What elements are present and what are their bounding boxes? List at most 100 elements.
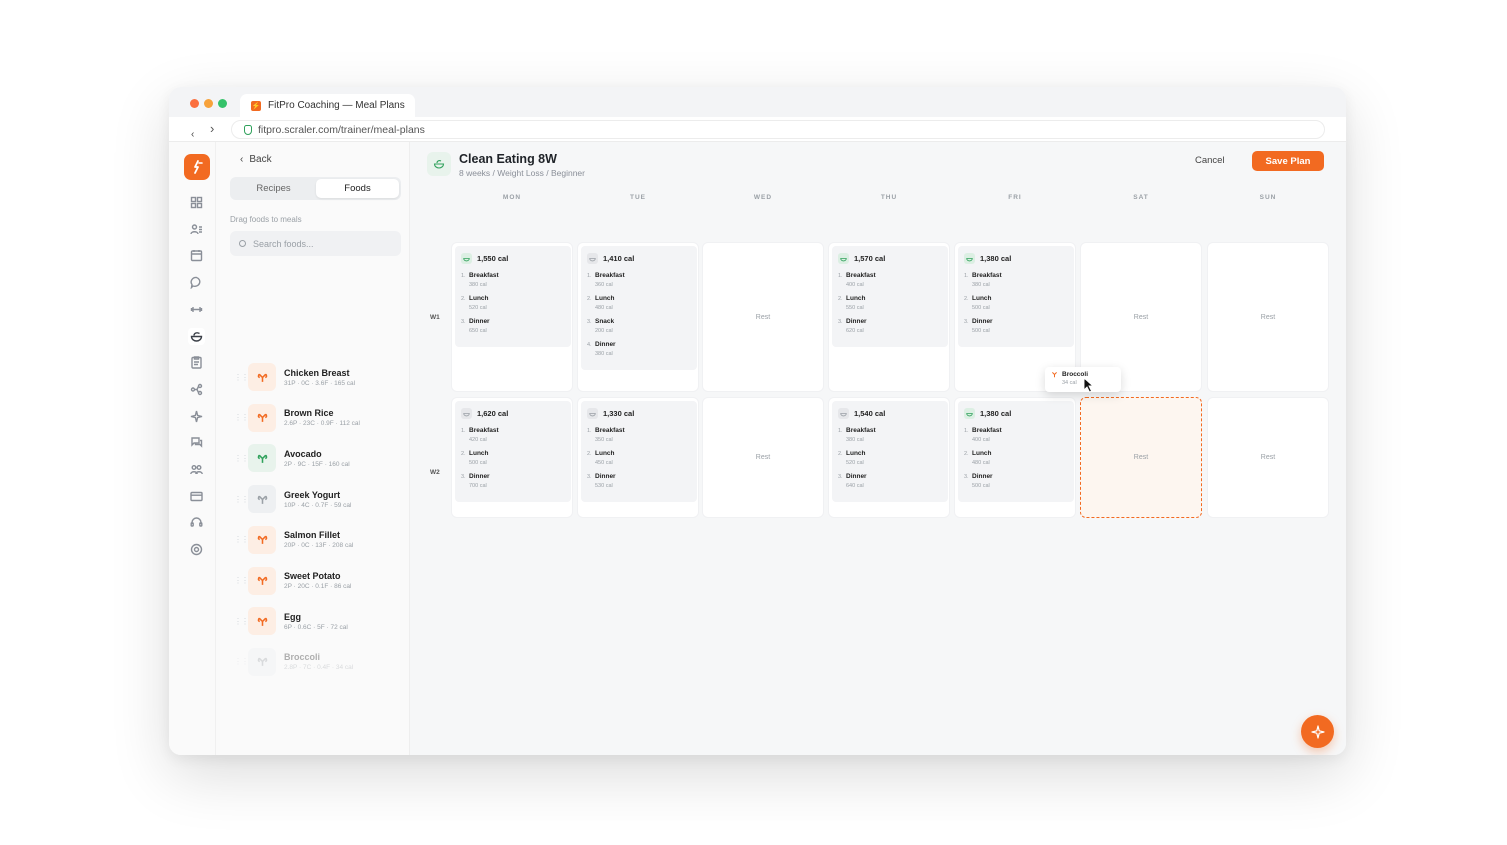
meal-row[interactable]: 3. Dinner 650 cal [461, 318, 565, 334]
day-meal-card[interactable]: 1,380 cal 1. Breakfast 400 cal 2. Lunch 480 ca… [958, 401, 1074, 502]
close-window-button[interactable] [190, 99, 199, 108]
cancel-button[interactable]: Cancel [1195, 155, 1225, 166]
forward-arrow-icon[interactable]: › [210, 121, 214, 136]
meal-row[interactable]: 2. Lunch 550 cal [838, 295, 942, 311]
team-icon[interactable] [188, 461, 205, 478]
day-meal-card[interactable]: 1,570 cal 1. Breakfast 400 cal 2. Lunch 550 ca… [832, 246, 948, 347]
ai-icon[interactable] [188, 408, 205, 425]
meal-row[interactable]: 2. Lunch 480 cal [964, 450, 1068, 466]
meal-row[interactable]: 3. Dinner 500 cal [964, 318, 1068, 334]
meal-row[interactable]: 3. Dinner 700 cal [461, 473, 565, 489]
day-meal-card[interactable]: 1,410 cal 1. Breakfast 360 cal 2. Lunch 480 ca… [581, 246, 697, 370]
ai-assistant-button[interactable] [1301, 715, 1334, 748]
food-macros: 2P · 20C · 0.1F · 86 cal [284, 583, 352, 590]
app-logo-icon[interactable] [184, 154, 210, 180]
chat-icon[interactable] [188, 274, 205, 291]
meal-name: Lunch [972, 450, 992, 457]
drag-handle-icon[interactable]: ⋮⋮ [234, 576, 249, 585]
dashboard-icon[interactable] [188, 194, 205, 211]
meal-row[interactable]: 3. Dinner 500 cal [964, 473, 1068, 489]
meal-row[interactable]: 1. Breakfast 350 cal [587, 427, 691, 443]
browser-tab[interactable]: ⚡ FitPro Coaching — Meal Plans [240, 94, 415, 117]
meal-row[interactable]: 2. Lunch 520 cal [461, 295, 565, 311]
day-cell[interactable]: 1,570 cal 1. Breakfast 400 cal 2. Lunch 550 ca… [828, 242, 950, 392]
tab-recipes[interactable]: Recipes [232, 179, 315, 198]
meal-index: 1. [587, 428, 592, 434]
meal-row[interactable]: 3. Snack 200 cal [587, 318, 691, 334]
drag-handle-icon[interactable]: ⋮⋮ [234, 373, 249, 382]
meal-row[interactable]: 1. Breakfast 360 cal [587, 272, 691, 288]
day-cell[interactable]: 1,410 cal 1. Breakfast 360 cal 2. Lunch 480 ca… [577, 242, 699, 392]
drag-handle-icon[interactable]: ⋮⋮ [234, 535, 249, 544]
drag-handle-icon[interactable]: ⋮⋮ [234, 657, 249, 666]
day-cell[interactable]: 1,380 cal 1. Breakfast 400 cal 2. Lunch 480 ca… [954, 397, 1076, 518]
back-button[interactable]: ‹ Back [240, 154, 272, 165]
billing-icon[interactable] [188, 488, 205, 505]
drag-handle-icon[interactable]: ⋮⋮ [234, 617, 249, 626]
day-cell[interactable]: Rest [702, 242, 824, 392]
day-header: MON [502, 194, 522, 201]
meal-row[interactable]: 2. Lunch 520 cal [838, 450, 942, 466]
meal-row[interactable]: 2. Lunch 480 cal [587, 295, 691, 311]
day-cell[interactable]: Rest [702, 397, 824, 518]
back-arrow-icon[interactable]: ‹ [191, 129, 194, 140]
day-cell[interactable]: Rest [1207, 242, 1329, 392]
day-cell[interactable]: 1,540 cal 1. Breakfast 380 cal 2. Lunch 520 ca… [828, 397, 950, 518]
meal-plans-icon[interactable] [188, 327, 205, 345]
tab-foods[interactable]: Foods [316, 179, 399, 198]
minimize-window-button[interactable] [204, 99, 213, 108]
food-icon [248, 525, 276, 554]
meal-row[interactable]: 1. Breakfast 380 cal [461, 272, 565, 288]
meal-row[interactable]: 3. Dinner 640 cal [838, 473, 942, 489]
automations-icon[interactable] [188, 381, 205, 398]
food-item[interactable]: ⋮⋮ Avocado 2P · 9C · 15F · 160 cal [234, 442, 404, 474]
messages-icon[interactable] [188, 434, 205, 451]
settings-icon[interactable] [188, 541, 205, 558]
day-cell[interactable]: 1,330 cal 1. Breakfast 350 cal 2. Lunch 450 ca… [577, 397, 699, 518]
day-meal-card[interactable]: 1,540 cal 1. Breakfast 380 cal 2. Lunch 520 ca… [832, 401, 948, 502]
meal-row[interactable]: 4. Dinner 380 cal [587, 341, 691, 357]
drag-handle-icon[interactable]: ⋮⋮ [234, 413, 249, 422]
food-item[interactable]: ⋮⋮ Chicken Breast 31P · 0C · 3.6F · 165 ca… [234, 361, 404, 393]
food-item[interactable]: ⋮⋮ Brown Rice 2.6P · 23C · 0.9F · 112 cal [234, 402, 404, 434]
meal-row[interactable]: 1. Breakfast 400 cal [838, 272, 942, 288]
food-item[interactable]: ⋮⋮ Sweet Potato 2P · 20C · 0.1F · 86 cal [234, 565, 404, 597]
meal-row[interactable]: 2. Lunch 500 cal [964, 295, 1068, 311]
meal-row[interactable]: 1. Breakfast 400 cal [964, 427, 1068, 443]
drop-target-cell[interactable]: Rest [1080, 397, 1202, 518]
support-icon[interactable] [188, 514, 205, 531]
day-meal-card[interactable]: 1,330 cal 1. Breakfast 350 cal 2. Lunch 450 ca… [581, 401, 697, 502]
day-calories: 1,410 cal [603, 254, 635, 263]
food-item[interactable]: ⋮⋮ Salmon Fillet 20P · 0C · 13F · 208 cal [234, 524, 404, 556]
food-item[interactable]: ⋮⋮ Broccoli 2.8P · 7C · 0.4F · 34 cal [234, 646, 404, 678]
drag-handle-icon[interactable]: ⋮⋮ [234, 495, 249, 504]
forms-icon[interactable] [188, 354, 205, 371]
meal-name: Dinner [469, 473, 490, 480]
meal-name: Dinner [972, 473, 993, 480]
food-item[interactable]: ⋮⋮ Egg 6P · 0.6C · 5F · 72 cal [234, 605, 404, 637]
meal-row[interactable]: 1. Breakfast 420 cal [461, 427, 565, 443]
meal-row[interactable]: 2. Lunch 500 cal [461, 450, 565, 466]
meal-row[interactable]: 1. Breakfast 380 cal [838, 427, 942, 443]
day-meal-card[interactable]: 1,550 cal 1. Breakfast 380 cal 2. Lunch 520 ca… [455, 246, 571, 347]
meal-index: 2. [587, 296, 592, 302]
meal-row[interactable]: 3. Dinner 620 cal [838, 318, 942, 334]
food-item[interactable]: ⋮⋮ Greek Yogurt 10P · 4C · 0.7F · 59 cal [234, 483, 404, 515]
meal-row[interactable]: 1. Breakfast 380 cal [964, 272, 1068, 288]
day-meal-card[interactable]: 1,380 cal 1. Breakfast 380 cal 2. Lunch 500 ca… [958, 246, 1074, 347]
maximize-window-button[interactable] [218, 99, 227, 108]
day-cell[interactable]: 1,550 cal 1. Breakfast 380 cal 2. Lunch 520 ca… [451, 242, 573, 392]
meal-row[interactable]: 2. Lunch 450 cal [587, 450, 691, 466]
food-macros: 10P · 4C · 0.7F · 59 cal [284, 501, 352, 509]
save-plan-button[interactable]: Save Plan [1252, 151, 1324, 171]
calendar-icon[interactable] [188, 247, 205, 264]
workouts-icon[interactable] [188, 301, 205, 318]
day-cell[interactable]: 1,620 cal 1. Breakfast 420 cal 2. Lunch 500 ca… [451, 397, 573, 518]
meal-row[interactable]: 3. Dinner 530 cal [587, 473, 691, 489]
search-input[interactable]: Search foods... [230, 231, 401, 256]
drag-handle-icon[interactable]: ⋮⋮ [234, 454, 249, 463]
url-field[interactable]: fitpro.scraler.com/trainer/meal-plans [231, 120, 1325, 139]
day-meal-card[interactable]: 1,620 cal 1. Breakfast 420 cal 2. Lunch 500 ca… [455, 401, 571, 502]
day-cell[interactable]: Rest [1207, 397, 1329, 518]
clients-icon[interactable] [188, 221, 205, 238]
